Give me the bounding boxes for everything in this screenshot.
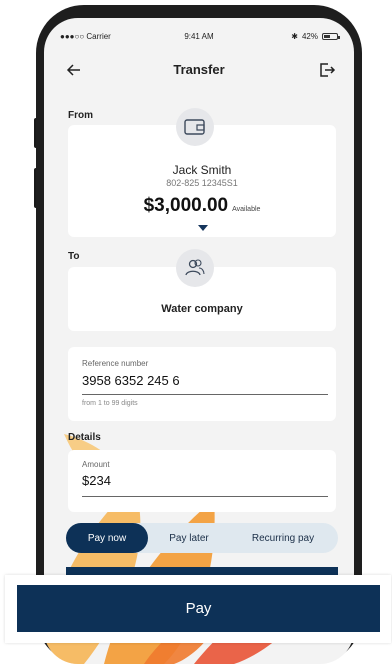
- account-dropdown-caret-icon[interactable]: [198, 225, 208, 231]
- balance-row: $3,000.00 Available: [68, 195, 336, 217]
- payment-schedule-tabs: Pay now Pay later Recurring pay: [66, 523, 338, 553]
- reference-card: Reference number 3958 6352 245 6 from 1 …: [68, 347, 336, 421]
- tab-recurring-pay[interactable]: Recurring pay: [230, 523, 336, 553]
- header: Transfer: [44, 58, 354, 82]
- tab-pay-now[interactable]: Pay now: [66, 523, 148, 553]
- battery-percent: 42%: [301, 32, 318, 41]
- status-bar: ●●●○○ Carrier 9:41 AM ✱ 42%: [44, 18, 354, 54]
- people-icon: [185, 259, 205, 276]
- available-label: Available: [232, 206, 261, 213]
- amount-card: Amount $234: [68, 450, 336, 512]
- to-label: To: [68, 251, 80, 262]
- reference-number-input[interactable]: 3958 6352 245 6: [82, 373, 180, 388]
- pay-bar: Pay: [5, 575, 391, 643]
- amount-label: Amount: [82, 460, 110, 469]
- screen: ●●●○○ Carrier 9:41 AM ✱ 42% Transfer Fro…: [0, 0, 392, 664]
- pay-button[interactable]: Pay: [17, 585, 380, 632]
- payee-name: Water company: [161, 303, 243, 315]
- account-holder-name: Jack Smith: [172, 163, 232, 177]
- reference-label: Reference number: [82, 359, 149, 368]
- reference-underline: [82, 394, 328, 395]
- wallet-icon: [184, 119, 205, 135]
- reference-hint: from 1 to 99 digits: [82, 400, 138, 407]
- details-label: Details: [68, 432, 101, 443]
- payee-avatar: [176, 249, 214, 287]
- app-screen: ●●●○○ Carrier 9:41 AM ✱ 42% Transfer Fro…: [44, 18, 354, 664]
- available-balance: $3,000.00: [143, 195, 229, 216]
- amount-input[interactable]: $234: [82, 473, 111, 488]
- bluetooth-icon: ✱: [291, 32, 298, 41]
- from-label: From: [68, 110, 93, 121]
- logout-icon[interactable]: [318, 61, 336, 79]
- battery-icon: [322, 33, 340, 40]
- battery-status: ✱ 42%: [291, 32, 340, 41]
- amount-underline: [82, 496, 328, 497]
- account-number: 802-825 12345S1: [166, 178, 238, 188]
- wallet-avatar: [176, 108, 214, 146]
- page-title: Transfer: [173, 62, 225, 77]
- tab-pay-later[interactable]: Pay later: [148, 523, 230, 553]
